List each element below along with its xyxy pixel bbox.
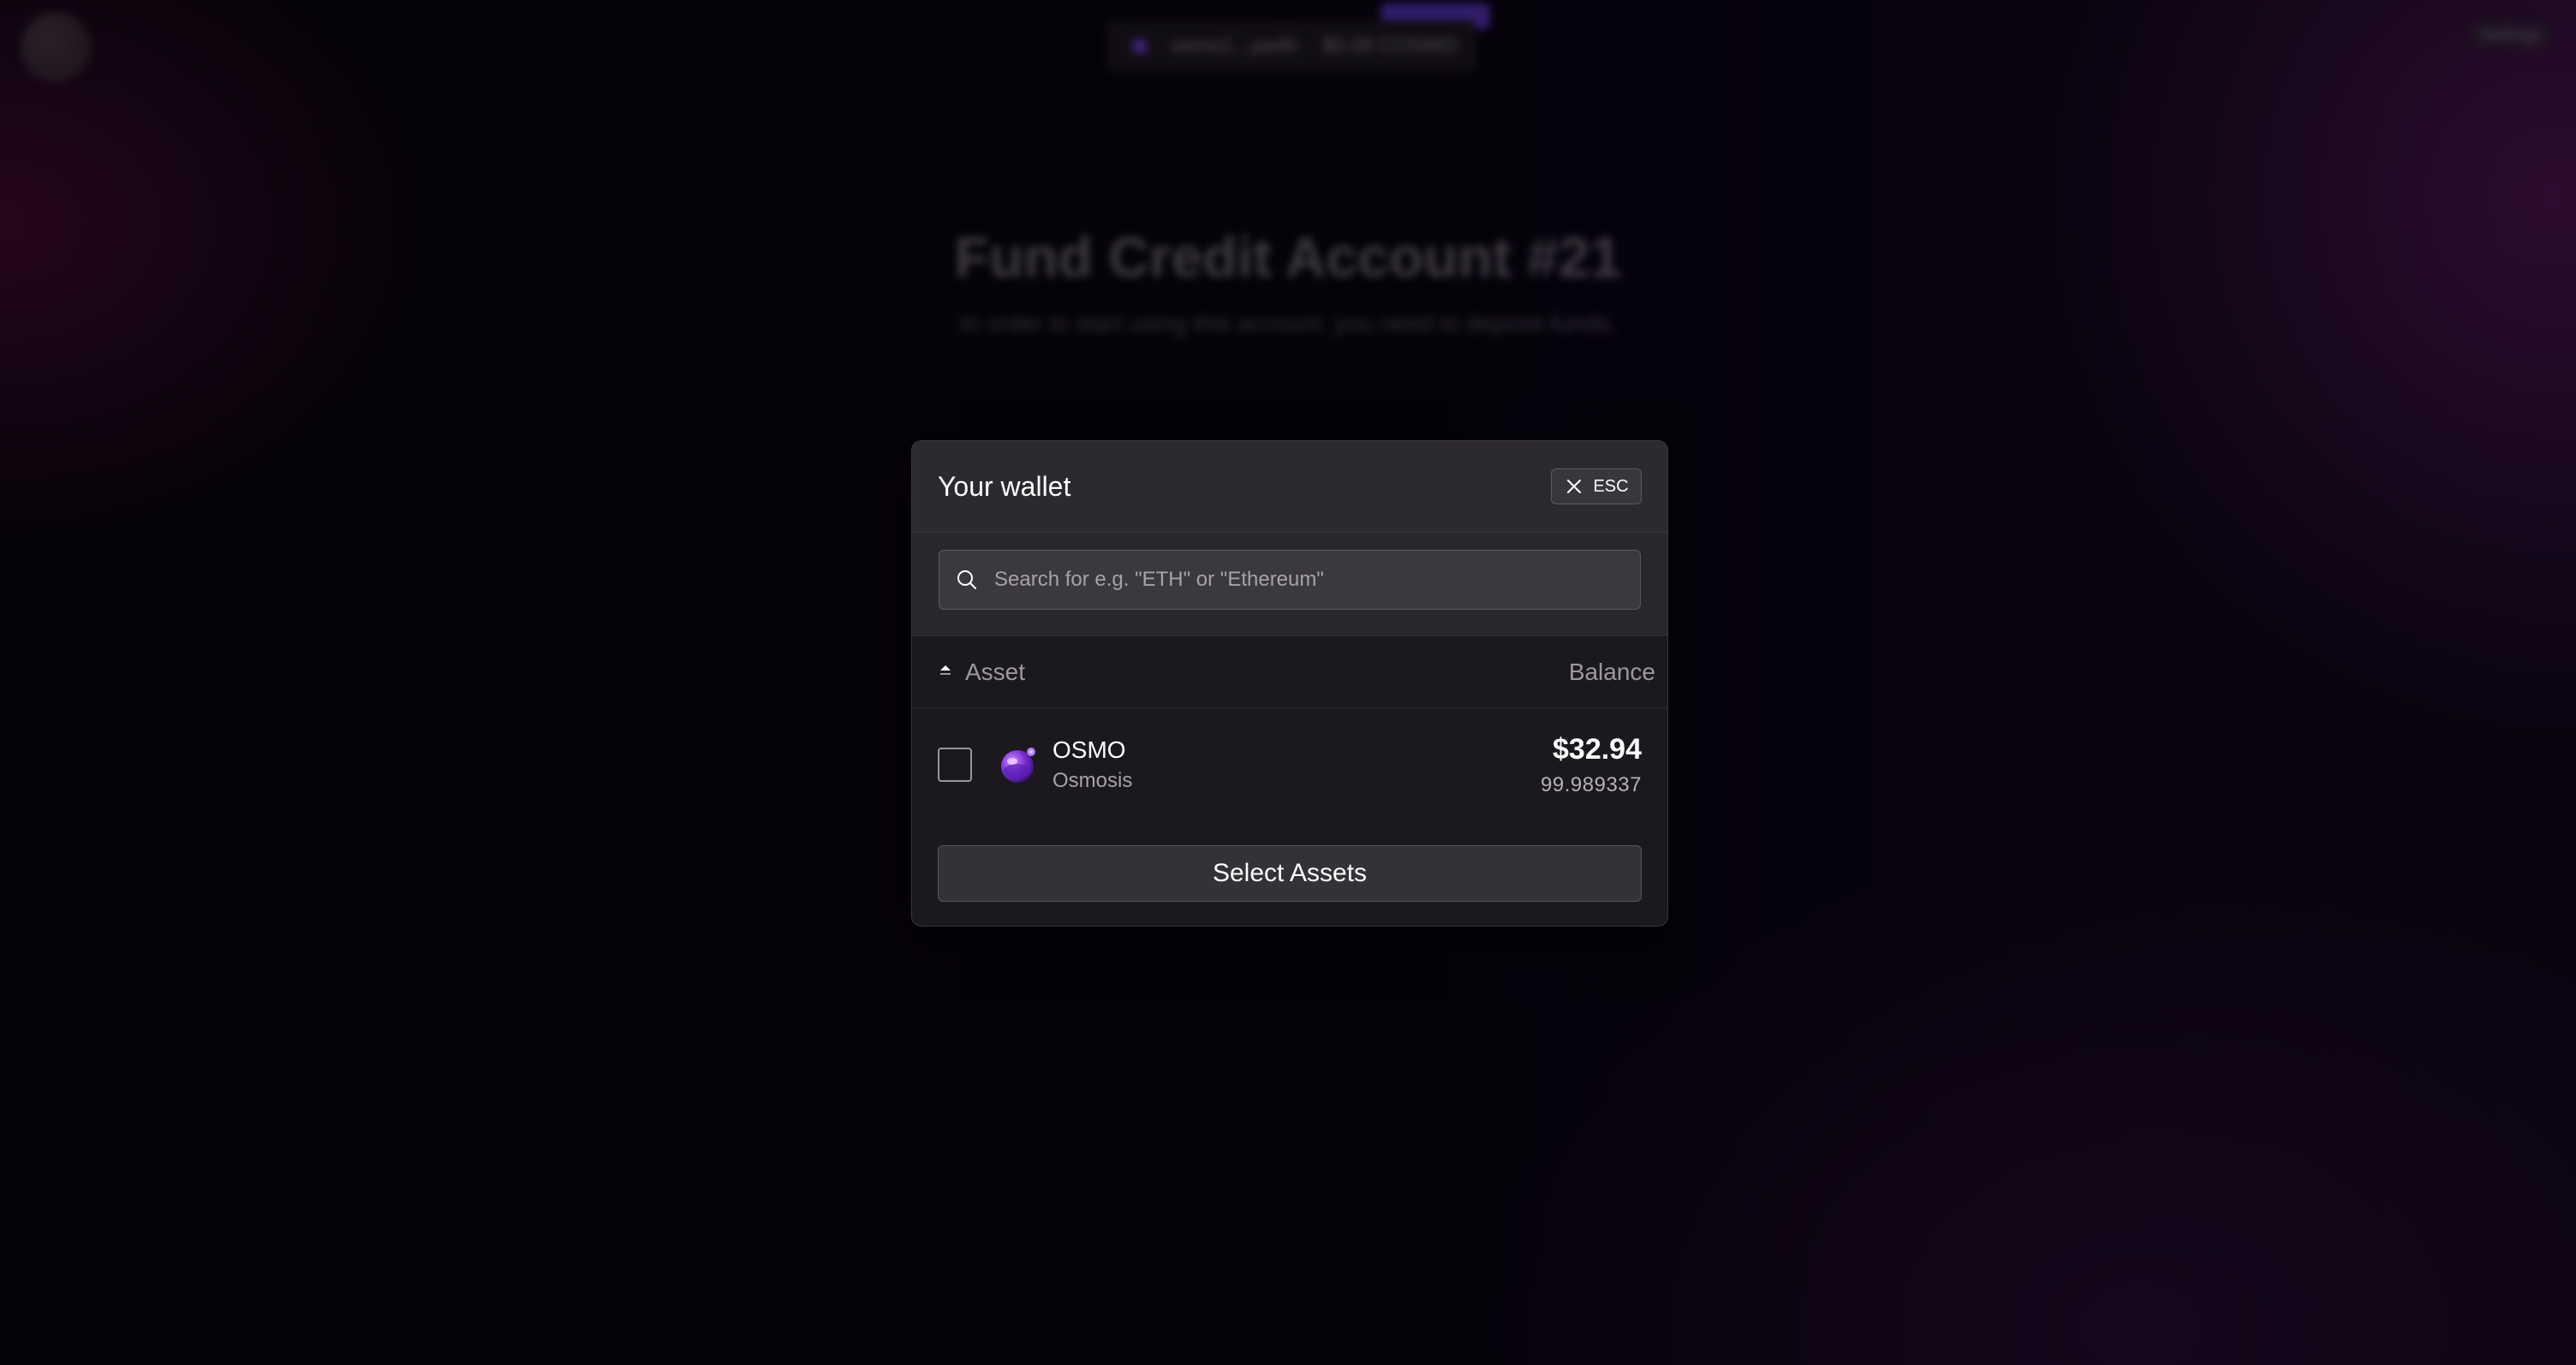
search-section (912, 533, 1667, 636)
column-header-asset: Asset (965, 658, 1026, 685)
sort-icon (940, 665, 951, 675)
settings-button: Settings (2470, 21, 2552, 50)
asset-amount: 99.989337 (1541, 772, 1642, 796)
wallet-modal: Your wallet ESC Asset Balance (911, 440, 1668, 927)
app-logo (21, 12, 91, 82)
asset-balance: $32.94 99.989337 (1541, 733, 1642, 797)
page-subtitle: In order to start using this account, yo… (960, 310, 1616, 337)
asset-value-usd: $32.94 (1553, 732, 1642, 766)
search-icon (957, 570, 976, 589)
select-assets-button[interactable]: Select Assets (938, 845, 1642, 902)
asset-table-header: Asset Balance (912, 636, 1667, 708)
asset-checkbox[interactable] (938, 748, 972, 782)
asset-info: OSMO Osmosis (1052, 736, 1132, 793)
modal-header: Your wallet ESC (912, 441, 1667, 533)
close-button[interactable]: ESC (1551, 468, 1642, 504)
page-title: Fund Credit Account #21 (954, 225, 1622, 289)
wallet-address: osmo1...yw4h (1172, 34, 1299, 57)
osmosis-logo-icon (1001, 748, 1035, 783)
close-icon (1567, 480, 1582, 493)
asset-name: Osmosis (1052, 769, 1133, 792)
wallet-connect-bar: osmo1...yw4h $0.00 COSMO (1106, 21, 1476, 72)
sort-asset-button[interactable]: Asset (938, 659, 1025, 686)
asset-symbol: OSMO (1052, 736, 1126, 763)
table-row[interactable]: OSMO Osmosis $32.94 99.989337 (912, 708, 1667, 821)
wallet-balance: $0.00 COSMO (1322, 34, 1458, 57)
search-input[interactable] (979, 551, 1640, 609)
column-header-balance[interactable]: Balance (1569, 659, 1655, 686)
search-box[interactable] (939, 550, 1641, 610)
close-label: ESC (1593, 476, 1629, 496)
wallet-status-icon (1132, 39, 1148, 54)
modal-title: Your wallet (938, 470, 1071, 502)
